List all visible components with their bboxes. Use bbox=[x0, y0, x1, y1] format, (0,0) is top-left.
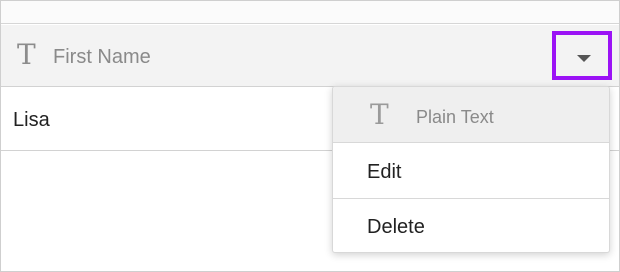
column-title: First Name bbox=[53, 46, 151, 68]
menu-item-edit[interactable]: Edit bbox=[333, 144, 609, 199]
text-type-icon: T bbox=[370, 98, 389, 131]
menu-item-label: Delete bbox=[367, 216, 425, 238]
menu-item-delete[interactable]: Delete bbox=[333, 199, 609, 252]
caret-down-icon bbox=[577, 55, 591, 62]
column-options-menu: T Plain Text Edit Delete bbox=[332, 86, 610, 253]
column-header: T First Name bbox=[1, 25, 619, 87]
menu-item-label: Edit bbox=[367, 161, 402, 183]
table-top-strip bbox=[1, 1, 619, 24]
text-type-icon: T bbox=[17, 38, 36, 71]
menu-header-plain-text: T Plain Text bbox=[333, 87, 609, 143]
table-frame: T First Name Lisa T Plain Text Edit Dele… bbox=[0, 0, 620, 272]
menu-header-label: Plain Text bbox=[416, 107, 494, 127]
column-options-button[interactable] bbox=[552, 31, 612, 80]
cell-first-name: Lisa bbox=[13, 109, 50, 131]
